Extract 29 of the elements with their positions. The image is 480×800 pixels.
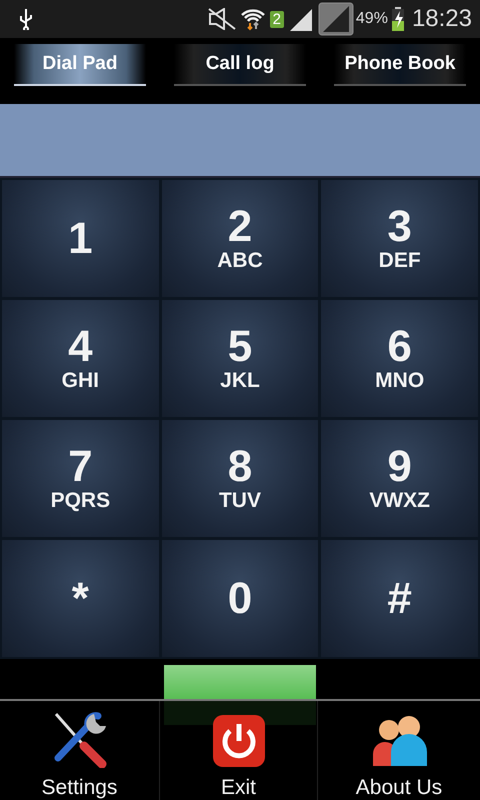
sim-badge: 2 (270, 10, 284, 28)
dial-key[interactable]: 6 MNO (321, 300, 478, 417)
tab[interactable]: Phone Book (334, 44, 466, 86)
dial-key[interactable]: 9 VWXZ (321, 420, 478, 537)
dial-key[interactable]: # (321, 540, 478, 657)
menu-item[interactable]: Exit (160, 701, 318, 800)
battery-percent: 49% (356, 10, 388, 28)
dial-key[interactable]: 1 (2, 180, 159, 297)
signal-icon (288, 7, 314, 31)
tab[interactable]: Call log (174, 44, 306, 86)
dial-key[interactable]: 0 (162, 540, 318, 657)
dial-key[interactable]: * (2, 540, 159, 657)
tab[interactable]: Dial Pad (14, 44, 146, 86)
dial-key[interactable]: 4 GHI (2, 300, 159, 417)
menu-item[interactable]: Settings (0, 701, 160, 800)
dial-key[interactable]: 3 DEF (321, 180, 478, 297)
usb-icon (18, 8, 34, 30)
battery-charging-icon (392, 7, 404, 31)
dial-key[interactable]: 8 TUV (162, 420, 318, 537)
dial-key[interactable]: 5 JKL (162, 300, 318, 417)
mute-icon (208, 8, 236, 30)
number-display[interactable] (0, 104, 480, 178)
tools-icon (52, 710, 108, 768)
power-icon (212, 714, 266, 768)
wifi-icon (240, 7, 266, 31)
clock: 18:23 (412, 5, 472, 33)
dial-key[interactable]: 7 PQRS (2, 420, 159, 537)
menu-item[interactable]: About Us (318, 701, 480, 800)
dial-key[interactable]: 2 ABC (162, 180, 318, 297)
